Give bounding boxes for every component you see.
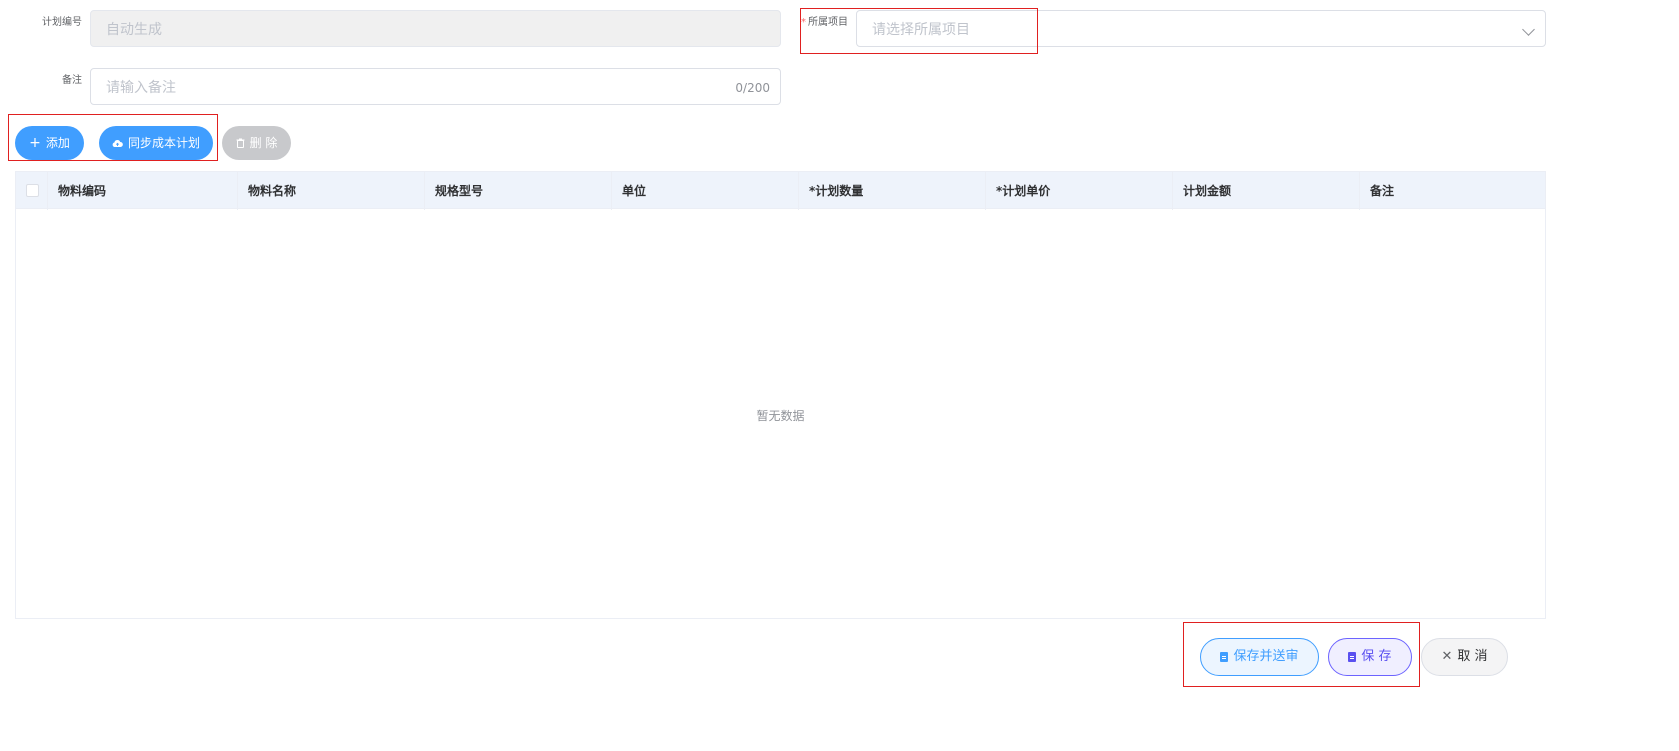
document-icon — [1348, 652, 1357, 662]
project-label-text: 所属项目 — [808, 17, 848, 28]
select-all-checkbox[interactable] — [26, 184, 39, 197]
sync-button-label: 同步成本计划 — [127, 136, 200, 150]
column-header[interactable]: 计划金额 — [1173, 172, 1360, 210]
empty-text: 暂无数据 — [756, 409, 805, 423]
cancel-button[interactable]: ✕ 取 消 — [1421, 638, 1508, 676]
remark-label: 备注 — [62, 75, 82, 86]
delete-button-label: 删 除 — [249, 136, 278, 150]
save-button[interactable]: 保 存 — [1328, 638, 1412, 676]
project-select[interactable]: 请选择所属项目 — [856, 10, 1546, 47]
add-button-label: 添加 — [45, 136, 70, 150]
column-header[interactable]: 物料名称 — [238, 172, 425, 210]
column-header[interactable]: *计划数量 — [799, 172, 986, 210]
column-header[interactable]: 备注 — [1360, 172, 1547, 210]
select-all-cell — [16, 172, 48, 210]
project-label: * 所属项目 — [800, 16, 848, 30]
table-header: 物料编码 物料名称 规格型号 单位 *计划数量 *计划单价 计划金额 备注 — [15, 171, 1547, 210]
trash-icon — [236, 138, 245, 148]
plan-no-field: 自动生成 — [90, 10, 781, 47]
document-icon — [1220, 652, 1229, 662]
close-icon: ✕ — [1441, 649, 1453, 664]
cloud-upload-icon — [112, 139, 123, 147]
chevron-down-icon — [1522, 23, 1535, 36]
add-button[interactable]: + 添加 — [15, 126, 84, 160]
column-header[interactable]: 物料编码 — [48, 172, 238, 210]
delete-button[interactable]: 删 除 — [222, 126, 291, 160]
plan-no-value: 自动生成 — [106, 22, 162, 38]
save-submit-label: 保存并送审 — [1233, 649, 1299, 664]
remark-counter: 0/200 — [735, 81, 770, 95]
sync-cost-plan-button[interactable]: 同步成本计划 — [99, 126, 213, 160]
project-placeholder: 请选择所属项目 — [872, 22, 970, 38]
remark-input[interactable]: 请输入备注 0/200 — [90, 68, 781, 105]
column-header[interactable]: *计划单价 — [986, 172, 1173, 210]
remark-placeholder: 请输入备注 — [106, 80, 176, 96]
save-and-submit-button[interactable]: 保存并送审 — [1200, 638, 1319, 676]
plan-no-label: 计划编号 — [42, 17, 82, 28]
save-label: 保 存 — [1361, 649, 1392, 664]
plus-icon: + — [29, 135, 41, 151]
cancel-label: 取 消 — [1457, 649, 1488, 664]
column-header[interactable]: 规格型号 — [425, 172, 612, 210]
table-body: 暂无数据 — [15, 209, 1546, 619]
required-mark: * — [801, 17, 806, 28]
column-header[interactable]: 单位 — [612, 172, 799, 210]
